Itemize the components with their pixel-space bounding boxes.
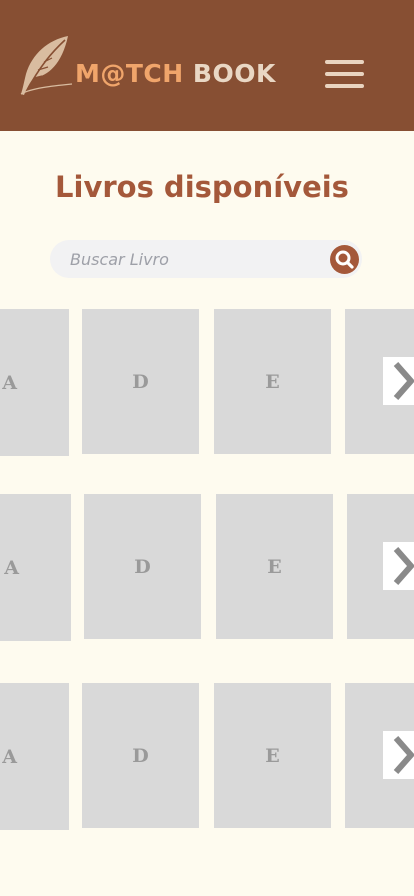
next-books-button[interactable]	[383, 542, 414, 590]
feather-quill-icon	[20, 36, 73, 95]
menu-bar	[325, 84, 364, 88]
search-button[interactable]	[330, 245, 359, 274]
book-card[interactable]: A	[0, 494, 71, 641]
book-card[interactable]: D	[82, 683, 199, 828]
page-title: Livros disponíveis	[55, 170, 349, 204]
book-shelf-row: A D E	[0, 683, 414, 833]
book-card[interactable]: D	[82, 309, 199, 454]
search-input[interactable]	[70, 240, 320, 278]
app-logo[interactable]: M@TCH BOOK	[75, 56, 276, 92]
chevron-right-icon	[393, 547, 414, 585]
book-card[interactable]: E	[216, 494, 333, 639]
search-bar	[50, 240, 362, 278]
search-icon	[335, 250, 354, 269]
hamburger-menu-button[interactable]	[322, 56, 366, 92]
book-card[interactable]: E	[214, 683, 331, 828]
menu-bar	[325, 72, 364, 76]
book-card[interactable]: E	[214, 309, 331, 454]
book-card[interactable]: A	[0, 309, 69, 456]
next-books-button[interactable]	[383, 357, 414, 405]
logo-text-book: BOOK	[192, 59, 276, 88]
book-shelf-row: A D E	[0, 309, 414, 459]
app-header: M@TCH BOOK	[0, 0, 414, 131]
book-card[interactable]: D	[84, 494, 201, 639]
chevron-right-icon	[393, 736, 414, 774]
chevron-right-icon	[393, 362, 414, 400]
menu-bar	[325, 60, 364, 64]
logo-text-match: M@TCH	[75, 59, 184, 88]
book-shelf-row: A D E	[0, 494, 414, 644]
book-card[interactable]: A	[0, 683, 69, 830]
next-books-button[interactable]	[383, 731, 414, 779]
